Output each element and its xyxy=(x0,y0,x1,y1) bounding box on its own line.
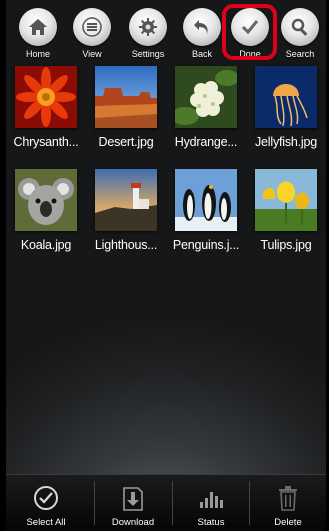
search-button[interactable]: Search xyxy=(272,8,326,66)
done-highlight-box xyxy=(222,4,277,60)
file-item-hydrangeas[interactable]: Hydrange... xyxy=(166,66,246,149)
home-button[interactable]: Home xyxy=(10,8,66,66)
gear-icon xyxy=(129,8,167,46)
file-name: Desert.jpg xyxy=(98,135,154,149)
file-item-penguins[interactable]: Penguins.j... xyxy=(166,169,246,252)
chrysanthemum-thumbnail xyxy=(15,66,77,128)
download-label: Download xyxy=(111,517,155,528)
view-label: View xyxy=(82,49,102,59)
settings-button[interactable]: Settings xyxy=(120,8,176,66)
select-all-label: Select All xyxy=(26,517,66,528)
trash-icon xyxy=(277,484,299,512)
delete-label: Delete xyxy=(274,517,302,528)
check-circle-icon xyxy=(33,484,59,512)
koala-thumbnail xyxy=(15,169,77,231)
file-name: Lighthous... xyxy=(94,238,158,252)
jellyfish-thumbnail xyxy=(255,66,317,128)
search-label: Search xyxy=(285,49,315,59)
file-item-lighthouse[interactable]: Lighthous... xyxy=(86,169,166,252)
home-icon xyxy=(19,8,57,46)
file-item-koala[interactable]: Koala.jpg xyxy=(6,169,86,252)
select-all-button[interactable]: Select All xyxy=(8,475,84,531)
lighthouse-thumbnail xyxy=(95,169,157,231)
back-label: Back xyxy=(191,49,212,59)
download-button[interactable]: Download xyxy=(95,475,171,531)
status-button[interactable]: Status xyxy=(173,475,249,531)
file-name: Koala.jpg xyxy=(20,238,72,252)
file-name: Hydrange... xyxy=(174,135,238,149)
signal-bars-icon xyxy=(198,484,224,512)
file-name: Jellyfish.jpg xyxy=(254,135,317,149)
status-label: Status xyxy=(197,517,225,528)
file-name: Tulips.jpg xyxy=(260,238,312,252)
delete-button[interactable]: Delete xyxy=(250,475,326,531)
tulips-thumbnail xyxy=(255,169,317,231)
hydrangeas-thumbnail xyxy=(175,66,237,128)
download-icon xyxy=(121,484,145,512)
top-toolbar: Home View Settings Back Done Search xyxy=(6,4,326,66)
search-icon xyxy=(281,8,319,46)
file-name: Chrysanth... xyxy=(13,135,79,149)
desert-thumbnail xyxy=(95,66,157,128)
bottom-action-bar: Select All Download Status Delete xyxy=(6,474,326,531)
file-item-tulips[interactable]: Tulips.jpg xyxy=(246,169,326,252)
file-item-desert[interactable]: Desert.jpg xyxy=(86,66,166,149)
back-arrow-icon xyxy=(183,8,221,46)
file-browser-screen: Home View Settings Back Done Search Chry… xyxy=(6,0,326,531)
file-name: Penguins.j... xyxy=(172,238,240,252)
settings-label: Settings xyxy=(131,49,165,59)
home-label: Home xyxy=(25,49,50,59)
view-button[interactable]: View xyxy=(64,8,120,66)
penguins-thumbnail xyxy=(175,169,237,231)
list-icon xyxy=(73,8,111,46)
file-item-chrysanthemum[interactable]: Chrysanth... xyxy=(6,66,86,149)
file-item-jellyfish[interactable]: Jellyfish.jpg xyxy=(246,66,326,149)
